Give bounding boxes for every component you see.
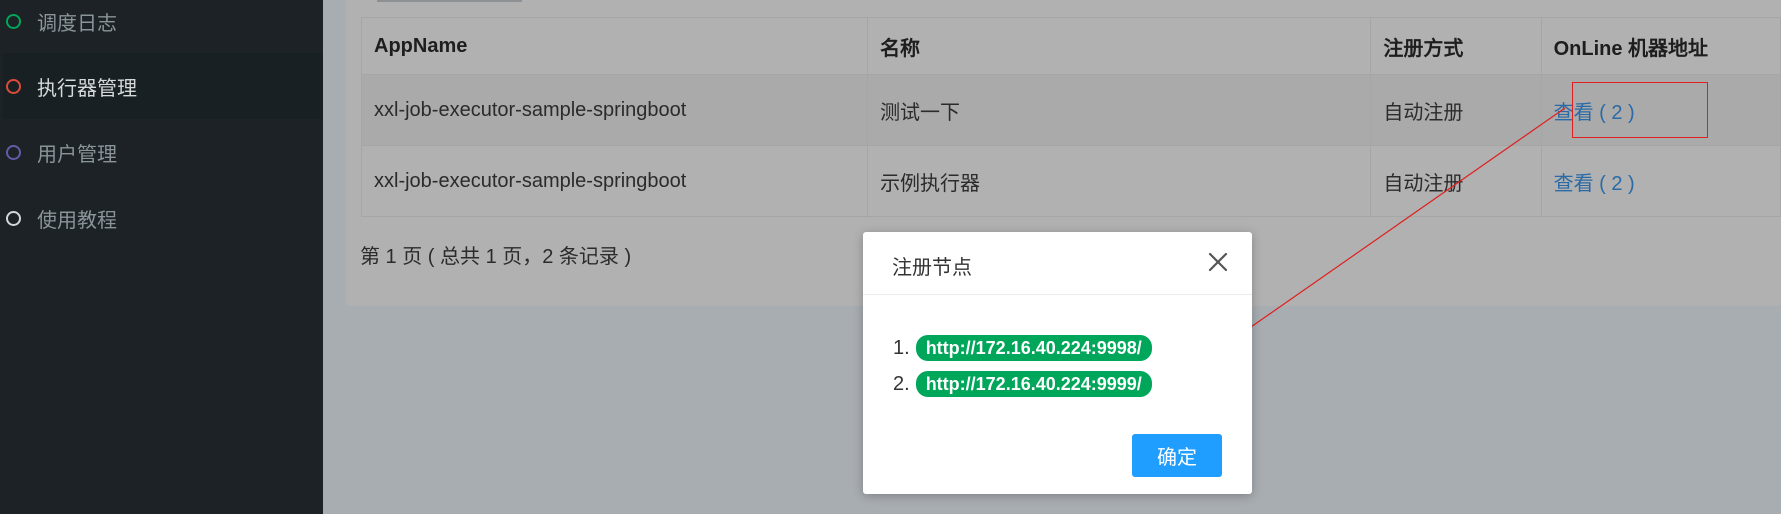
node-address-badge: http://172.16.40.224:9999/ xyxy=(915,371,1152,397)
list-item: 2. http://172.16.40.224:9999/ xyxy=(893,366,1152,402)
confirm-button[interactable]: 确定 xyxy=(1132,434,1222,477)
close-icon[interactable] xyxy=(1206,250,1230,274)
dialog-title: 注册节点 xyxy=(892,257,972,279)
node-index: 2. xyxy=(893,372,910,395)
registered-nodes-dialog: 注册节点 1. http://172.16.40.224:9998/ 2. ht… xyxy=(863,232,1252,494)
node-address-badge: http://172.16.40.224:9998/ xyxy=(915,335,1152,361)
dialog-header: 注册节点 xyxy=(863,232,1252,295)
list-item: 1. http://172.16.40.224:9998/ xyxy=(893,330,1152,366)
node-index: 1. xyxy=(893,336,910,359)
node-list: 1. http://172.16.40.224:9998/ 2. http://… xyxy=(893,330,1152,402)
